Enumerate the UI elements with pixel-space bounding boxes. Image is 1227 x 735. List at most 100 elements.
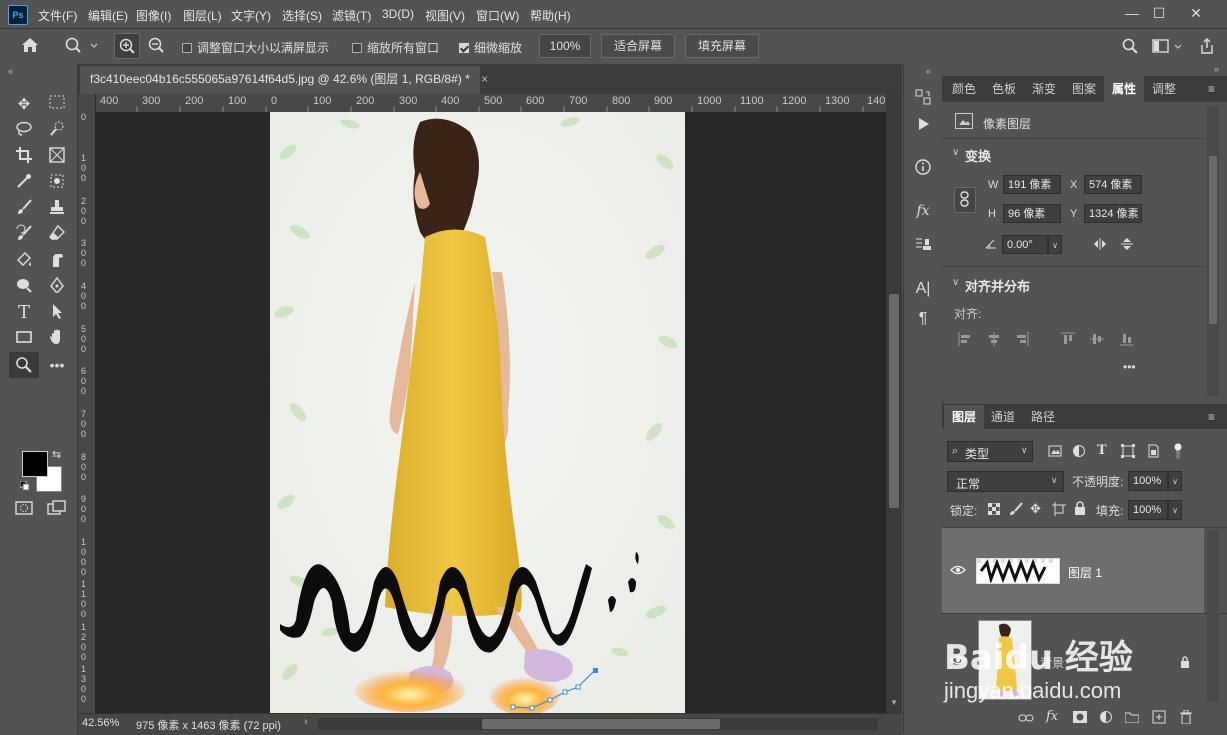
swap-colors-icon[interactable]: ⇆ [52,448,64,461]
quick-select-tool-icon[interactable] [45,120,69,142]
more-tools-icon[interactable]: ••• [45,354,69,376]
quick-mask-icon[interactable] [12,500,36,522]
panel-menu-icon[interactable]: ≡ [1208,82,1215,96]
ruler-origin[interactable] [78,94,96,113]
character-panel-icon[interactable]: A| [911,278,935,300]
blend-mode-dropdown[interactable]: 正常 ∨ [947,471,1064,492]
delete-layer-icon[interactable] [1179,709,1193,725]
paragraph-panel-icon[interactable]: ¶ [911,308,935,330]
document-image[interactable] [270,112,685,713]
align-vertical-center-icon[interactable] [1090,332,1104,346]
minimize-button[interactable]: — [1119,3,1145,23]
search-icon[interactable] [1121,37,1139,55]
fill-screen-button[interactable]: 填充屏幕 [685,34,759,58]
default-colors-icon[interactable] [19,480,30,491]
angle-field[interactable]: 0.00° [1002,235,1048,254]
brush-tool-icon[interactable] [12,198,36,220]
y-position-field[interactable]: 1324 像素 [1084,204,1142,223]
collapse-dock-icon[interactable]: » [1214,64,1219,74]
x-position-field[interactable]: 574 像素 [1084,175,1142,194]
flip-vertical-icon[interactable] [1120,236,1134,252]
lock-transparent-icon[interactable] [987,502,1001,516]
zoom-tool-preset-icon[interactable] [63,36,99,56]
zoom-out-icon[interactable] [144,33,168,57]
foreground-color-swatch[interactable] [22,451,48,477]
height-field[interactable]: 96 像素 [1003,204,1061,223]
transform-chevron-icon[interactable]: ∨ [952,147,959,158]
home-icon[interactable] [20,36,42,56]
clone-source-icon[interactable] [911,236,935,258]
opacity-dropdown-icon[interactable]: ∨ [1168,471,1182,491]
layer-name[interactable]: 图层 1 [1068,564,1102,581]
zoom-all-option[interactable]: 缩放所有窗口 [352,39,439,56]
tab-adjustments[interactable]: 调整 [1144,76,1184,102]
lock-artboard-icon[interactable] [1052,502,1066,516]
angle-dropdown-icon[interactable]: ∨ [1048,235,1062,254]
zoom-percent-field[interactable]: 100% [539,34,591,58]
tab-paths[interactable]: 路径 [1024,405,1062,429]
align-chevron-icon[interactable]: ∨ [952,277,959,288]
layers-menu-icon[interactable]: ≡ [1208,410,1215,424]
menu-layer[interactable]: 图层(L) [183,7,222,24]
filter-pixel-icon[interactable] [1048,444,1062,458]
screen-mode-icon[interactable] [45,500,69,522]
frame-tool-icon[interactable] [45,146,69,168]
eraser-tool-icon[interactable] [45,224,69,246]
close-window-button[interactable]: ✕ [1183,3,1209,23]
close-tab-icon[interactable]: × [481,72,488,86]
align-horizontal-center-icon[interactable] [987,332,1001,346]
filter-shape-icon[interactable] [1121,444,1135,458]
eye-visibility-icon[interactable] [950,564,966,576]
menu-select[interactable]: 选择(S) [282,7,322,24]
add-mask-icon[interactable] [1073,711,1087,723]
new-adjustment-layer-icon[interactable] [1099,710,1113,724]
clone-stamp-tool-icon[interactable] [45,198,69,220]
spot-healing-tool-icon[interactable] [45,172,69,194]
layer-row[interactable]: 背景 [942,614,1204,702]
menu-type[interactable]: 文字(Y) [231,7,271,24]
align-left-icon[interactable] [958,332,972,346]
history-brush-tool-icon[interactable] [12,224,36,246]
restore-button[interactable]: ☐ [1146,3,1172,23]
filter-smart-object-icon[interactable] [1146,444,1160,458]
gradient-tool-icon[interactable] [12,250,36,272]
vertical-scrollbar[interactable]: ▼ [886,94,902,713]
align-section-title[interactable]: 对齐并分布 [965,276,1030,295]
flip-horizontal-icon[interactable] [1092,237,1108,251]
history-panel-icon[interactable] [911,88,935,110]
align-top-icon[interactable] [1061,332,1075,346]
collapse-strip-icon[interactable]: « [926,66,931,76]
marquee-tool-icon[interactable] [45,94,69,116]
type-tool-icon[interactable]: T [12,302,36,324]
scrubby-zoom-option[interactable]: 细微缩放 [459,39,522,56]
smudge-tool-icon[interactable] [45,250,69,272]
new-layer-icon[interactable] [1152,710,1166,724]
menu-help[interactable]: 帮助(H) [530,7,571,24]
zoom-all-checkbox[interactable] [352,43,362,53]
tab-swatches[interactable]: 色板 [984,76,1024,102]
filter-toggle-icon[interactable] [1170,441,1186,461]
move-tool-icon[interactable]: ✥ [12,94,36,116]
lasso-tool-icon[interactable] [12,120,36,142]
menu-image[interactable]: 图像(I) [136,7,171,24]
fill-dropdown-icon[interactable]: ∨ [1168,500,1182,520]
document-tab[interactable]: f3c410eec04b16c555065a97614f64d5.jpg @ 4… [80,66,488,94]
zoom-in-icon[interactable] [114,33,140,59]
collapse-toolbar-icon[interactable]: « [8,66,13,76]
info-panel-icon[interactable] [911,158,935,180]
more-options-icon[interactable]: ••• [1123,360,1136,374]
tab-gradients[interactable]: 渐变 [1024,76,1064,102]
link-proportions-icon[interactable] [954,187,976,213]
menu-filter[interactable]: 滤镜(T) [332,7,371,24]
transform-section-title[interactable]: 变换 [965,146,991,165]
filter-adjustment-icon[interactable] [1072,444,1086,458]
menu-window[interactable]: 窗口(W) [476,7,519,24]
workspace-icon[interactable] [1151,37,1187,55]
tab-channels[interactable]: 通道 [984,405,1022,429]
horizontal-scrollbar[interactable] [318,718,878,730]
new-group-icon[interactable] [1124,711,1140,724]
vertical-scroll-thumb[interactable] [889,294,899,508]
pen-tool-icon[interactable] [45,276,69,298]
layer-style-fx-icon[interactable]: fx [1046,709,1062,725]
menu-edit[interactable]: 编辑(E) [88,7,128,24]
